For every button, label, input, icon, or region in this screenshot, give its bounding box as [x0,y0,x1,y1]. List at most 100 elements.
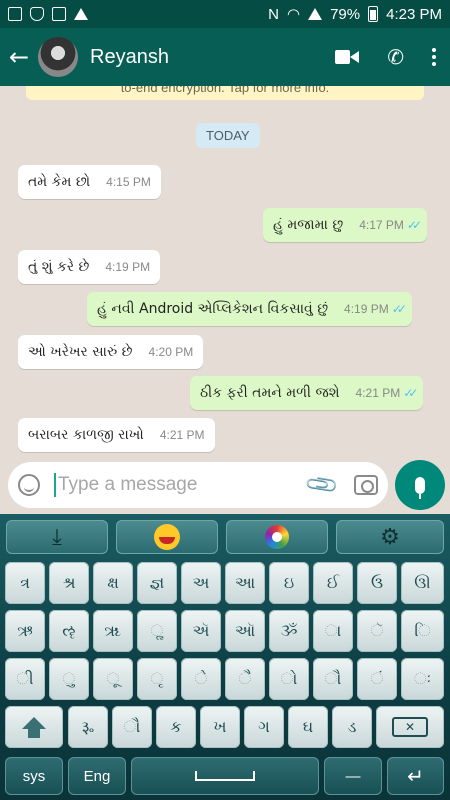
key[interactable]: ઘ [288,706,328,748]
key[interactable]: ઇ [269,562,309,604]
message-bubble-outgoing[interactable]: ઠીક ફરી તમને મળી જશે 4:21 PM ✓✓ [190,376,424,410]
message-time: 4:21 PM [159,428,205,442]
smiley-icon [154,524,180,550]
message-bubble-incoming[interactable]: ઓ ખરેખર સારું છે 4:20 PM [18,335,204,369]
space-bar-icon [195,771,255,781]
message-text: હું નવી Android એપ્લિકેશન વિકસાવું છું [97,301,329,317]
message-list[interactable]: to-end encryption. Tap for more info. TO… [0,86,450,458]
video-call-icon[interactable] [335,49,360,65]
key[interactable]: ઃ [401,658,444,700]
shield-icon [30,7,44,21]
battery-percent: 79% [330,5,361,23]
signal-icon [308,8,323,20]
key[interactable]: ઋ [5,610,45,652]
message-text: તું શું કરે છે [28,259,90,275]
contact-name[interactable]: Reyansh [90,46,169,69]
message-bubble-incoming[interactable]: બરાબર કાળજી રાખો 4:21 PM [18,418,215,452]
key[interactable]: ો [269,658,309,700]
key[interactable]: ૢ [137,610,177,652]
key[interactable]: ા [313,610,353,652]
contact-avatar[interactable] [38,37,78,77]
read-receipt-icon: ✓✓ [406,218,422,232]
key[interactable]: ૅ [357,610,397,652]
key[interactable]: ઑ [225,610,265,652]
color-palette-icon [265,525,289,549]
message-composer: 📎 [8,462,388,508]
key[interactable]: ક [156,706,196,748]
key[interactable]: શ્ર [49,562,89,604]
keyboard-hide-button[interactable]: ⤓ [6,520,108,554]
key[interactable]: જ્ઞ [137,562,177,604]
key[interactable]: ક્ષ [93,562,133,604]
key[interactable]: આ [225,562,265,604]
key[interactable]: ૂ [93,658,133,700]
message-time: 4:15 PM [106,175,151,189]
key[interactable]: ં [357,658,397,700]
key[interactable]: ડ [332,706,372,748]
shift-arrow-icon [22,717,46,738]
key[interactable]: ત્ર [5,562,45,604]
space-key[interactable] [131,757,319,795]
message-text: તમે કેમ છો [28,174,91,190]
storage-icon [52,7,66,21]
back-arrow-icon[interactable]: ← [0,43,38,71]
key[interactable]: ૌ [112,706,152,748]
key[interactable]: ૈ [225,658,265,700]
message-time: 4:21 PM [355,386,401,400]
key[interactable]: ૱ [68,706,108,748]
message-bubble-outgoing[interactable]: હું મજામા છુ 4:17 PM ✓✓ [263,208,427,242]
phone-call-icon[interactable]: ✆ [387,45,404,69]
shift-key[interactable] [5,706,63,748]
emoji-icon[interactable] [18,474,40,496]
read-receipt-icon: ✓✓ [403,386,418,400]
theme-button[interactable] [226,520,328,554]
key[interactable]: ૐ [269,610,309,652]
message-bubble-incoming[interactable]: તું શું કરે છે 4:19 PM [18,250,161,284]
message-text: ઠીક ફરી તમને મળી જશે [200,385,340,401]
language-switch-key[interactable]: Eng [68,757,126,795]
text-cursor [54,473,56,497]
key[interactable]: અ [181,562,221,604]
dash-key[interactable]: — [324,757,382,795]
message-input[interactable] [58,474,288,496]
key[interactable]: ઉ [357,562,397,604]
message-time: 4:20 PM [148,345,194,359]
overflow-menu-icon[interactable] [432,48,436,66]
read-receipt-icon: ✓✓ [391,302,407,316]
message-text: હું મજામા છુ [273,217,344,233]
microphone-icon [415,476,425,499]
key[interactable]: ગ [244,706,284,748]
status-bar: N ◠ 79% 4:23 PM [0,0,450,28]
key[interactable]: ુ [49,658,89,700]
key[interactable]: ખ [200,706,240,748]
message-bubble-outgoing[interactable]: હું નવી Android એપ્લિકેશન વિકસાવું છું 4… [87,292,412,326]
symbols-key[interactable]: sys [5,757,63,795]
message-time: 4:19 PM [344,302,389,316]
settings-button[interactable]: ⚙ [336,520,444,554]
key[interactable]: ી [5,658,45,700]
key[interactable]: ૠ [93,610,133,652]
camera-icon[interactable] [354,475,378,495]
key[interactable]: ૃ [137,658,177,700]
clock: 4:23 PM [386,5,442,23]
key[interactable]: ૡ [49,610,89,652]
attachment-icon[interactable]: 📎 [304,467,341,504]
emoji-keyboard-button[interactable] [116,520,218,554]
battery-icon [368,6,379,22]
download-arrow-icon: ⤓ [52,524,62,550]
key[interactable]: ઊ [401,562,444,604]
enter-key[interactable]: ↵ [387,757,444,795]
voice-record-button[interactable] [395,460,445,510]
key[interactable]: ૌ [313,658,353,700]
key[interactable]: ઍ [181,610,221,652]
key[interactable]: િ [401,610,444,652]
chat-header: ← Reyansh ✆ [0,28,450,86]
key[interactable]: ઈ [313,562,353,604]
encryption-notice[interactable]: to-end encryption. Tap for more info. [26,86,424,100]
message-text: બરાબર કાળજી રાખો [28,427,144,443]
message-bubble-incoming[interactable]: તમે કેમ છો 4:15 PM [18,165,161,199]
message-text: ઓ ખરેખર સારું છે [28,344,133,360]
key[interactable]: ે [181,658,221,700]
backspace-key[interactable]: ✕ [376,706,444,748]
wifi-icon: ◠ [287,6,301,23]
